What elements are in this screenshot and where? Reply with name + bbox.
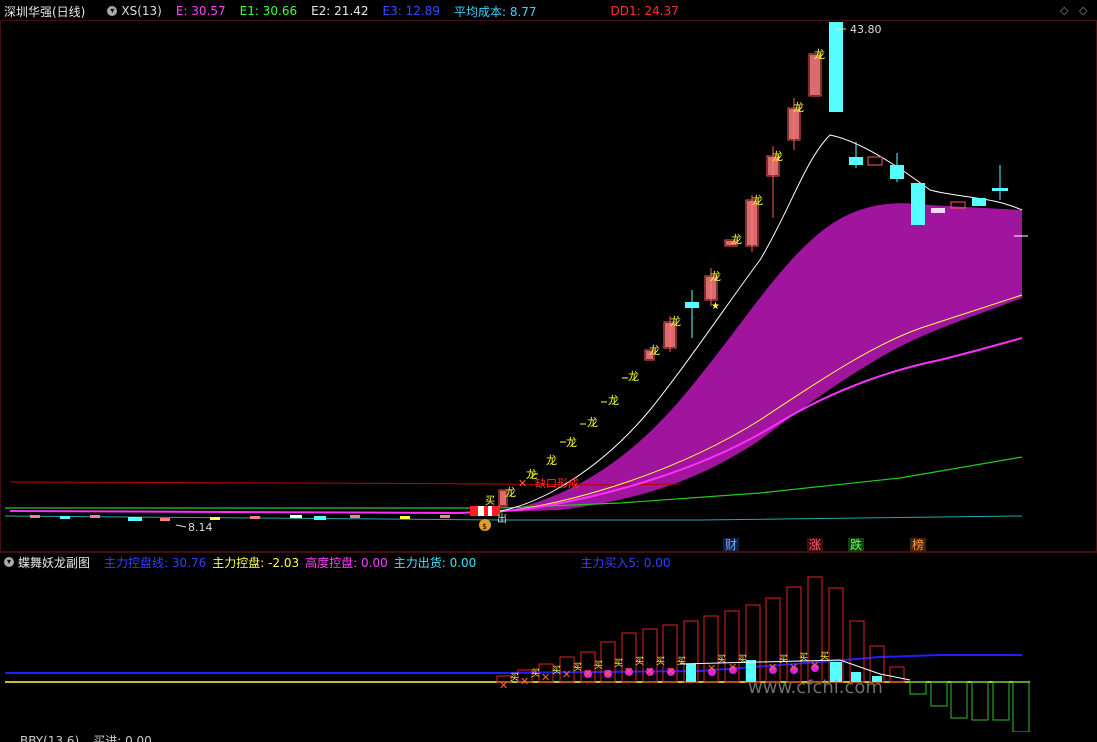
dragon-label: 龙 — [566, 436, 577, 449]
bottom-indicator-header: BBY(13.6) 买进: 0.00 — [0, 731, 1097, 742]
svg-text:买: 买 — [656, 656, 665, 667]
dragon-label: 龙 — [814, 48, 825, 61]
exit-label: 出 — [497, 512, 507, 525]
dragon-label: 龙 — [546, 454, 557, 467]
cyan-ma-line — [4, 515, 1023, 521]
low-price-label: 8.14 — [188, 521, 213, 534]
dragon-label: 龙 — [710, 270, 721, 283]
bottom-indicator-value: 买进: 0.00 — [93, 734, 152, 742]
dragon-label: 龙 — [608, 394, 619, 407]
svg-text:买: 买 — [552, 665, 561, 676]
event-marker-zhang: 涨 — [809, 537, 821, 552]
dragon-label: 龙 — [772, 150, 783, 163]
svg-text:买: 买 — [635, 656, 644, 667]
dragon-label: 龙 — [505, 486, 516, 499]
svg-text:买: 买 — [614, 658, 623, 669]
star-icon: ★ — [711, 301, 720, 312]
svg-text:买: 买 — [677, 656, 686, 667]
svg-text:买: 买 — [531, 668, 540, 679]
buy-label: 买 — [485, 495, 495, 507]
svg-text:✕: ✕ — [520, 675, 529, 688]
watermark: www.cfchi.com — [748, 677, 883, 698]
dragon-label: 龙 — [628, 370, 639, 383]
magenta-ma-line — [9, 337, 1023, 515]
butterfly-icon: ✕ — [518, 477, 527, 490]
svg-text:✕: ✕ — [768, 661, 777, 674]
svg-text:✕: ✕ — [499, 679, 508, 692]
svg-text:$: $ — [482, 522, 487, 531]
svg-text:✕: ✕ — [666, 665, 675, 678]
doji-candle — [931, 208, 945, 213]
event-markers: 财 涨 跌 榜 — [723, 537, 926, 552]
svg-text:✕: ✕ — [624, 665, 633, 678]
dragon-label: 龙 — [752, 194, 763, 207]
high-price-label: 43.80 — [850, 23, 882, 36]
breakout-block — [470, 506, 500, 516]
svg-text:✕: ✕ — [645, 665, 654, 678]
bottom-indicator-title[interactable]: BBY(13.6) — [20, 731, 79, 742]
green-volume-bars — [909, 681, 1030, 732]
svg-text:✕: ✕ — [562, 668, 571, 681]
svg-text:买: 买 — [594, 660, 603, 671]
svg-text:✕: ✕ — [583, 667, 592, 680]
main-kline-chart[interactable]: 龙 龙 龙 龙 龙 龙 龙 龙 龙 龙 龙 龙 龙 龙 龙 ★ 缺口形成 ✕ 4… — [0, 0, 1097, 552]
main-force-area — [500, 203, 1022, 512]
svg-text:✕: ✕ — [789, 661, 798, 674]
event-marker-die: 跌 — [850, 537, 862, 552]
red-ma-line — [9, 481, 681, 486]
svg-text:买: 买 — [779, 654, 788, 665]
svg-text:✕: ✕ — [541, 671, 550, 684]
dragon-label: 龙 — [670, 315, 681, 328]
gap-formed-label: 缺口形成 — [535, 476, 579, 490]
event-marker-cai: 财 — [725, 538, 737, 552]
svg-text:买: 买 — [573, 662, 582, 673]
svg-text:买: 买 — [738, 654, 747, 665]
svg-text:✕: ✕ — [707, 662, 716, 675]
sub-indicator-chart[interactable]: ✕ ✕ ✕ ✕ ✕ ✕ ✕ ✕ ✕ ✕ ✕ ✕ ✕ ✕ 买买 买买 买买 买买 买买 买买 买买 … — [0, 552, 1097, 732]
dragon-label: 龙 — [731, 233, 742, 246]
event-marker-bang: 榜 — [912, 537, 924, 552]
svg-text:买: 买 — [510, 672, 519, 683]
dragon-label: 龙 — [649, 344, 660, 357]
dragon-label: 龙 — [793, 101, 804, 114]
svg-text:✕: ✕ — [603, 667, 612, 680]
dragon-label: 龙 — [587, 416, 598, 429]
